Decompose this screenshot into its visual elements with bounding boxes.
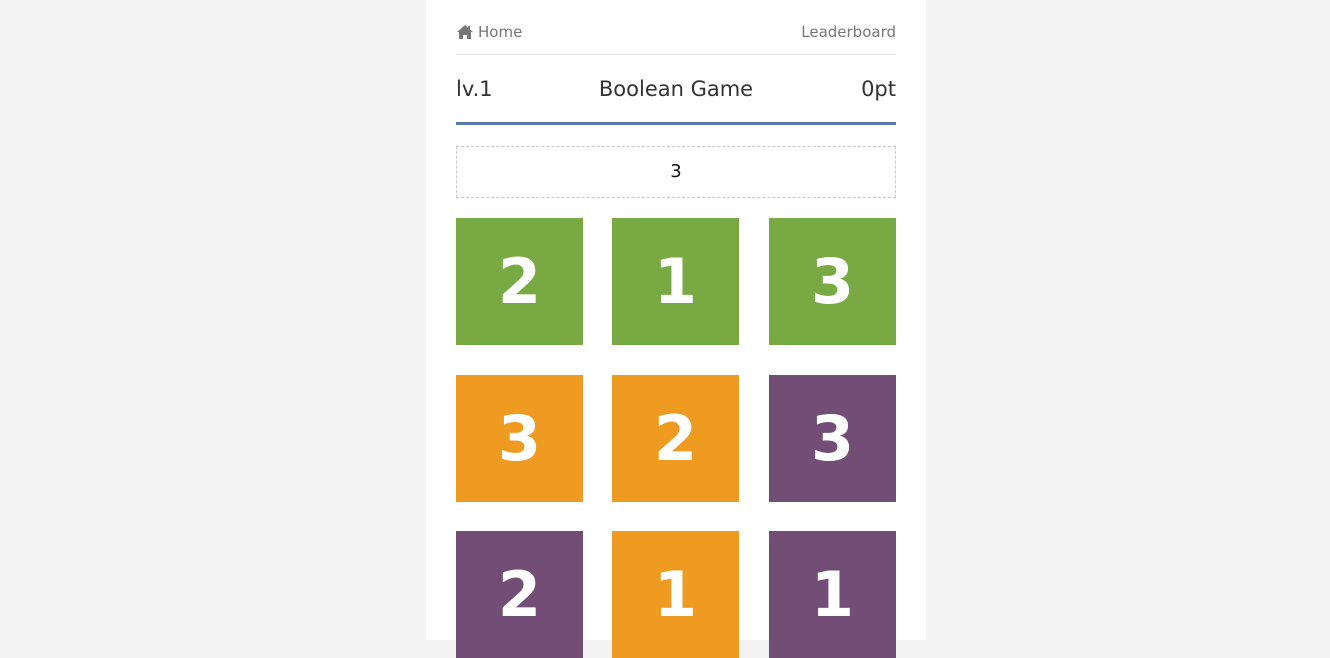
game-tile[interactable]: 1 — [612, 531, 739, 658]
game-tile[interactable]: 3 — [769, 375, 896, 502]
game-panel: Home Leaderboard lv.1 Boolean Game 0pt 3… — [426, 0, 926, 658]
home-icon — [457, 25, 473, 39]
game-header: lv.1 Boolean Game 0pt — [456, 55, 896, 125]
game-tile[interactable]: 2 — [456, 531, 583, 658]
game-tile[interactable]: 2 — [612, 375, 739, 502]
game-tile[interactable]: 3 — [769, 218, 896, 345]
game-tile[interactable]: 1 — [612, 218, 739, 345]
page-title: Boolean Game — [598, 77, 754, 101]
game-tile[interactable]: 2 — [456, 218, 583, 345]
score-indicator: 0pt — [861, 77, 896, 101]
game-tile[interactable]: 3 — [456, 375, 583, 502]
leaderboard-link[interactable]: Leaderboard — [801, 22, 896, 42]
home-link-label: Home — [478, 23, 523, 41]
target-value-box: 3 — [456, 146, 896, 198]
home-link[interactable]: Home — [456, 22, 522, 42]
game-tile[interactable]: 1 — [769, 531, 896, 658]
top-navigation: Home Leaderboard — [456, 0, 896, 55]
